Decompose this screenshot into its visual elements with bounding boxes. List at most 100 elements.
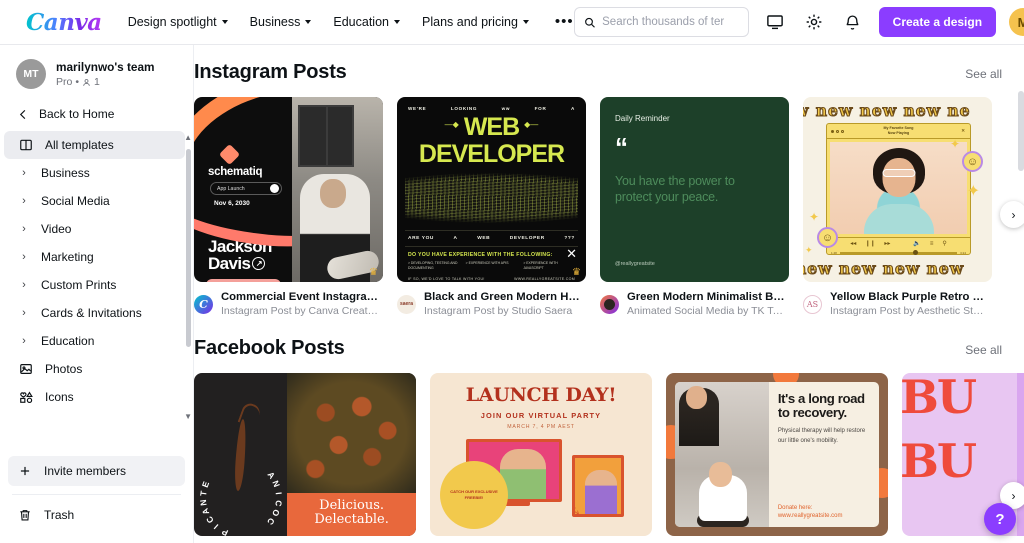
monitor-icon[interactable] bbox=[762, 9, 788, 35]
template-card[interactable]: LAUNCH DAY! JOIN OUR VIRTUAL PARTY MARCH… bbox=[430, 373, 652, 536]
thumb-headline: It's a long road to recovery. bbox=[778, 392, 871, 420]
sidebar-scrollbar[interactable]: ▲ ▼ bbox=[186, 135, 191, 419]
chevron-right-icon: › bbox=[18, 335, 30, 347]
arrow-up-right-icon: ↗ bbox=[252, 257, 265, 270]
person-head-shape bbox=[320, 179, 346, 208]
chevron-down-icon bbox=[222, 20, 228, 24]
thumb-headline-2: DEVELOPER bbox=[405, 143, 578, 165]
template-thumbnail[interactable]: w new new new ne new new new new My Favo… bbox=[803, 97, 992, 282]
template-subtitle: Instagram Post by Canva Creative S... bbox=[221, 305, 379, 317]
trash-icon bbox=[18, 508, 32, 522]
invite-members-button[interactable]: Invite members bbox=[8, 456, 185, 486]
gear-icon[interactable] bbox=[801, 9, 827, 35]
thumb-date: Nov 6, 2030 bbox=[214, 200, 284, 207]
author-avatar bbox=[600, 295, 619, 314]
sidebar-item-icons[interactable]: Icons bbox=[4, 383, 185, 411]
user-avatar[interactable]: M bbox=[1009, 8, 1024, 36]
main-content: Instagram Posts See all schematiq App La… bbox=[194, 45, 1024, 543]
person-shape bbox=[500, 449, 546, 499]
sidebar-item-social-media[interactable]: › Social Media bbox=[4, 187, 185, 215]
nav-link-label: Design spotlight bbox=[128, 15, 217, 29]
thumb-body: Physical therapy will help restore our l… bbox=[778, 427, 871, 446]
sidebar-item-video[interactable]: › Video bbox=[4, 215, 185, 243]
chevron-right-icon: › bbox=[18, 251, 30, 263]
chevron-down-icon bbox=[394, 20, 400, 24]
sparkle-icon: ✦ bbox=[809, 210, 819, 224]
dash-icon: —◆ bbox=[445, 120, 459, 129]
player-title-bar: My Favorite Song Now Playing ✕ bbox=[827, 124, 970, 139]
see-all-facebook-posts[interactable]: See all bbox=[965, 343, 1002, 357]
template-card[interactable]: w new new new ne new new new new My Favo… bbox=[803, 97, 992, 317]
template-thumbnail[interactable]: WE'RE LOOKING ᴡᴡ FOR A —◆ WEB ◆— DEVELOP… bbox=[397, 97, 586, 282]
progress-bar bbox=[840, 252, 957, 253]
thumb-food-panel: Delicious. Delectable. bbox=[287, 373, 416, 536]
template-card[interactable]: It's a long road to recovery. Physical t… bbox=[666, 373, 888, 536]
sidebar-item-photos[interactable]: Photos bbox=[4, 355, 185, 383]
next-icon: ▸▸ bbox=[884, 240, 890, 247]
template-subtitle: Animated Social Media by TK Templ... bbox=[627, 305, 785, 317]
template-card[interactable]: schematiq App Launch Nov 6, 2030 Jackson… bbox=[194, 97, 383, 317]
team-plan-row: Pro • 1 bbox=[56, 76, 155, 88]
template-thumbnail[interactable]: Daily Reminder “ You have the power to p… bbox=[600, 97, 789, 282]
therapy-photo bbox=[675, 382, 769, 527]
team-name: marilynwo's team bbox=[56, 60, 155, 75]
back-to-home-button[interactable]: Back to Home bbox=[0, 99, 193, 131]
sidebar-item-custom-prints[interactable]: › Custom Prints bbox=[4, 271, 185, 299]
template-thumbnail[interactable]: P I C A N T E C O C I N A PICANTE C bbox=[194, 373, 416, 536]
author-avatar: C bbox=[194, 295, 213, 314]
bell-icon[interactable] bbox=[840, 9, 866, 35]
nav-link-education[interactable]: Education bbox=[333, 15, 400, 29]
nav-link-plans-and-pricing[interactable]: Plans and pricing bbox=[422, 15, 529, 29]
template-thumbnail[interactable]: schematiq App Launch Nov 6, 2030 Jackson… bbox=[194, 97, 383, 282]
sidebar-item-all-templates[interactable]: All templates bbox=[4, 131, 185, 159]
template-thumbnail[interactable]: LAUNCH DAY! JOIN OUR VIRTUAL PARTY MARCH… bbox=[430, 373, 652, 536]
facebook-posts-row: P I C A N T E C O C I N A PICANTE C bbox=[194, 360, 1024, 536]
sidebar-item-cards-and-invitations[interactable]: › Cards & Invitations bbox=[4, 299, 185, 327]
scroll-up-arrow-icon[interactable]: ▲ bbox=[184, 133, 192, 142]
thumb-bullets: > DEVELOPING, TESTING AND DOCUMENTING > … bbox=[405, 261, 578, 271]
search-box[interactable] bbox=[574, 7, 749, 37]
chevron-right-icon: › bbox=[18, 195, 30, 207]
canva-logo[interactable]: Canva bbox=[26, 9, 102, 36]
template-card[interactable]: P I C A N T E C O C I N A PICANTE C bbox=[194, 373, 416, 536]
trash-button[interactable]: Trash bbox=[8, 499, 185, 531]
template-card-meta: Green Modern Minimalist Basi... Animated… bbox=[600, 291, 789, 317]
sidebar-item-label: Video bbox=[41, 222, 71, 236]
sidebar-item-label: Marketing bbox=[41, 250, 94, 264]
close-icon: ✕ bbox=[961, 128, 965, 134]
sidebar-scrollbar-thumb[interactable] bbox=[186, 149, 191, 347]
more-options-icon[interactable]: ••• bbox=[555, 18, 574, 26]
nav-link-label: Business bbox=[250, 15, 301, 29]
template-card-text: Black and Green Modern Hirin... Instagra… bbox=[424, 291, 582, 317]
thumb-drink-panel bbox=[1017, 373, 1024, 536]
see-all-instagram-posts[interactable]: See all bbox=[965, 67, 1002, 81]
author-avatar: AS bbox=[803, 295, 822, 314]
thumb-band-top: w new new new ne bbox=[803, 101, 992, 120]
nav-link-business[interactable]: Business bbox=[250, 15, 312, 29]
nav-link-design-spotlight[interactable]: Design spotlight bbox=[128, 15, 228, 29]
thumb-left-panel: schematiq App Launch Nov 6, 2030 Jackson… bbox=[194, 97, 292, 282]
sidebar-item-label: Education bbox=[41, 334, 94, 348]
sidebar-item-business[interactable]: › Business bbox=[4, 159, 185, 187]
help-button[interactable]: ? bbox=[984, 503, 1016, 535]
team-header[interactable]: MT marilynwo's team Pro • 1 bbox=[0, 45, 193, 99]
search-input[interactable] bbox=[602, 16, 739, 28]
template-card[interactable]: Daily Reminder “ You have the power to p… bbox=[600, 97, 789, 317]
carousel-next-instagram[interactable]: › bbox=[1000, 201, 1024, 228]
page-scrollbar[interactable] bbox=[1018, 91, 1024, 171]
thumb-headline-row-1: —◆ WEB ◆— bbox=[405, 111, 578, 138]
thumb-inner-card: It's a long road to recovery. Physical t… bbox=[675, 382, 879, 527]
create-a-design-button[interactable]: Create a design bbox=[879, 7, 996, 37]
footer-right: WWW.REALLYGREATSITE.COM bbox=[514, 277, 575, 281]
template-card[interactable]: WE'RE LOOKING ᴡᴡ FOR A —◆ WEB ◆— DEVELOP… bbox=[397, 97, 586, 317]
thumb-footer: IF SO, WE'D LOVE TO TALK WITH YOU! WWW.R… bbox=[405, 271, 578, 281]
thumb-question-row: ARE YOU A WEB DEVELOPER ??? bbox=[405, 230, 578, 247]
template-title: Yellow Black Purple Retro Ne... bbox=[830, 291, 988, 303]
template-thumbnail[interactable]: It's a long road to recovery. Physical t… bbox=[666, 373, 888, 536]
sidebar-item-education[interactable]: › Education bbox=[4, 327, 185, 355]
plus-icon bbox=[18, 464, 32, 478]
scroll-down-arrow-icon[interactable]: ▼ bbox=[184, 412, 192, 421]
chevron-down-icon bbox=[305, 20, 311, 24]
template-card-meta: saera Black and Green Modern Hirin... In… bbox=[397, 291, 586, 317]
sidebar-item-marketing[interactable]: › Marketing bbox=[4, 243, 185, 271]
